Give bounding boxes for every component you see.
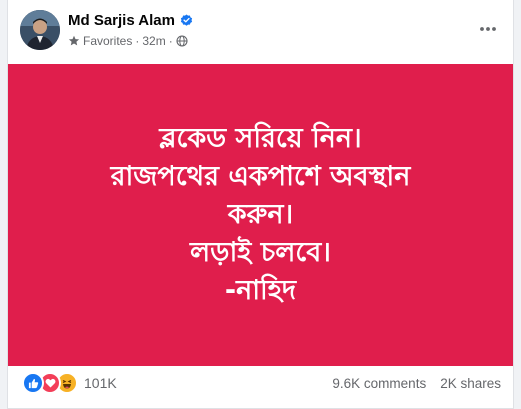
more-options-button[interactable] — [473, 14, 503, 44]
image-text-line-1: ব্লকেড সরিয়ে নিন। — [159, 123, 362, 154]
author-line: Md Sarjis Alam — [68, 12, 193, 29]
post-footer: 101K 9.6K comments 2K shares — [8, 366, 513, 400]
post-stats: 9.6K comments 2K shares — [332, 376, 501, 391]
more-dots-icon — [480, 27, 496, 31]
avatar-image — [20, 10, 60, 50]
meta-separator: · — [135, 34, 140, 48]
image-text-line-5: -নাহিদ — [224, 275, 297, 306]
post-meta: Favorites · 32m · — [68, 34, 188, 48]
comments-count[interactable]: 9.6K comments — [332, 376, 426, 391]
image-text-line-2: রাজপথের একপাশে অবস্থান — [110, 161, 411, 192]
post-header: Md Sarjis Alam Favorites · 32m · — [8, 0, 513, 64]
post-time[interactable]: 32m — [142, 34, 165, 48]
author-name[interactable]: Md Sarjis Alam — [68, 12, 175, 29]
post-image[interactable]: ব্লকেড সরিয়ে নিন। রাজপথের একপাশে অবস্থা… — [8, 64, 513, 366]
post-card: Md Sarjis Alam Favorites · 32m · ব্লকেড … — [7, 0, 514, 409]
verified-badge-icon — [180, 14, 193, 26]
like-icon — [22, 372, 44, 394]
avatar[interactable] — [20, 10, 60, 50]
reaction-icons — [22, 372, 78, 394]
reactions-summary[interactable]: 101K — [22, 372, 117, 394]
shares-count[interactable]: 2K shares — [440, 376, 501, 391]
reaction-count[interactable]: 101K — [84, 375, 117, 391]
star-icon — [68, 35, 80, 46]
meta-separator: · — [168, 34, 173, 48]
image-text-line-4: লড়াই চলবে। — [190, 237, 331, 268]
image-text-line-3: করুন। — [227, 199, 294, 230]
audience-label[interactable]: Favorites — [83, 34, 132, 48]
globe-icon[interactable] — [176, 35, 188, 47]
